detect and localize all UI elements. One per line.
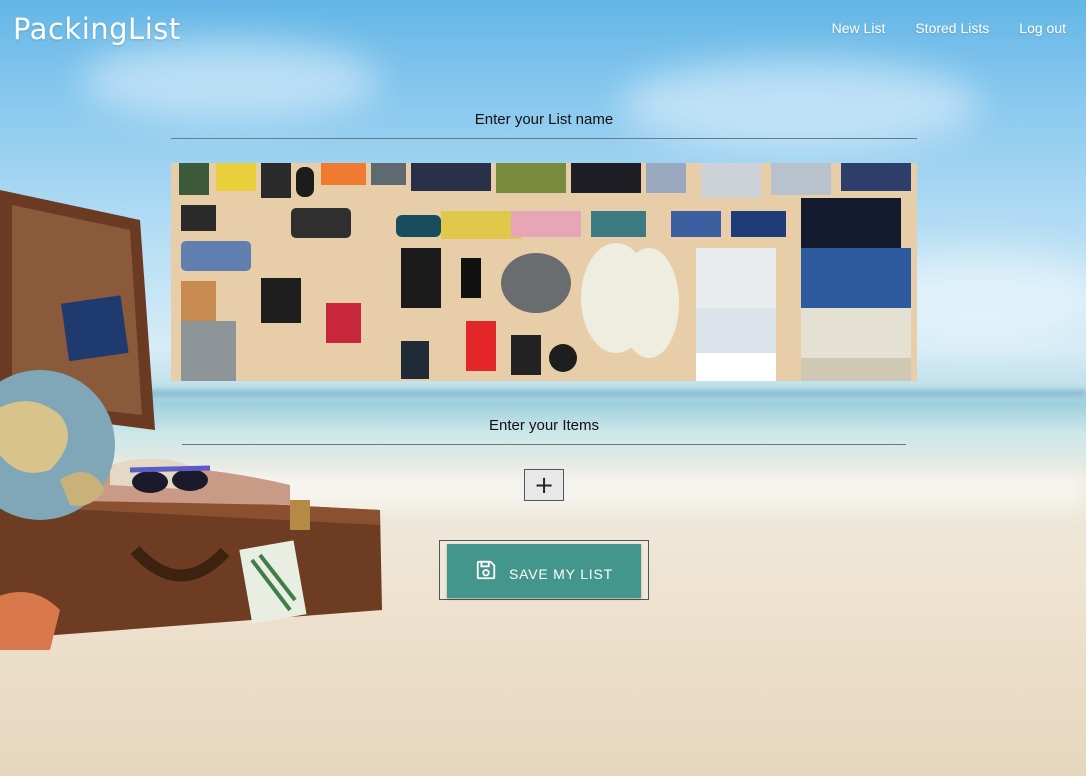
nav-stored-lists[interactable]: Stored Lists — [915, 20, 989, 36]
save-button-frame: SAVE MY LIST — [439, 540, 649, 600]
floppy-disk-icon — [475, 559, 497, 584]
plus-icon: + — [533, 471, 555, 499]
packing-items-banner — [171, 163, 917, 381]
add-item-button[interactable]: + — [524, 469, 564, 501]
nav-log-out[interactable]: Log out — [1019, 20, 1066, 36]
save-list-button[interactable]: SAVE MY LIST — [447, 544, 641, 598]
nav-new-list[interactable]: New List — [832, 20, 886, 36]
top-nav: New List Stored Lists Log out — [832, 20, 1066, 36]
brand-logo[interactable]: PackingList — [13, 12, 181, 46]
save-button-label: SAVE MY LIST — [508, 566, 613, 582]
list-name-input[interactable] — [171, 101, 917, 139]
item-input[interactable] — [182, 407, 906, 445]
